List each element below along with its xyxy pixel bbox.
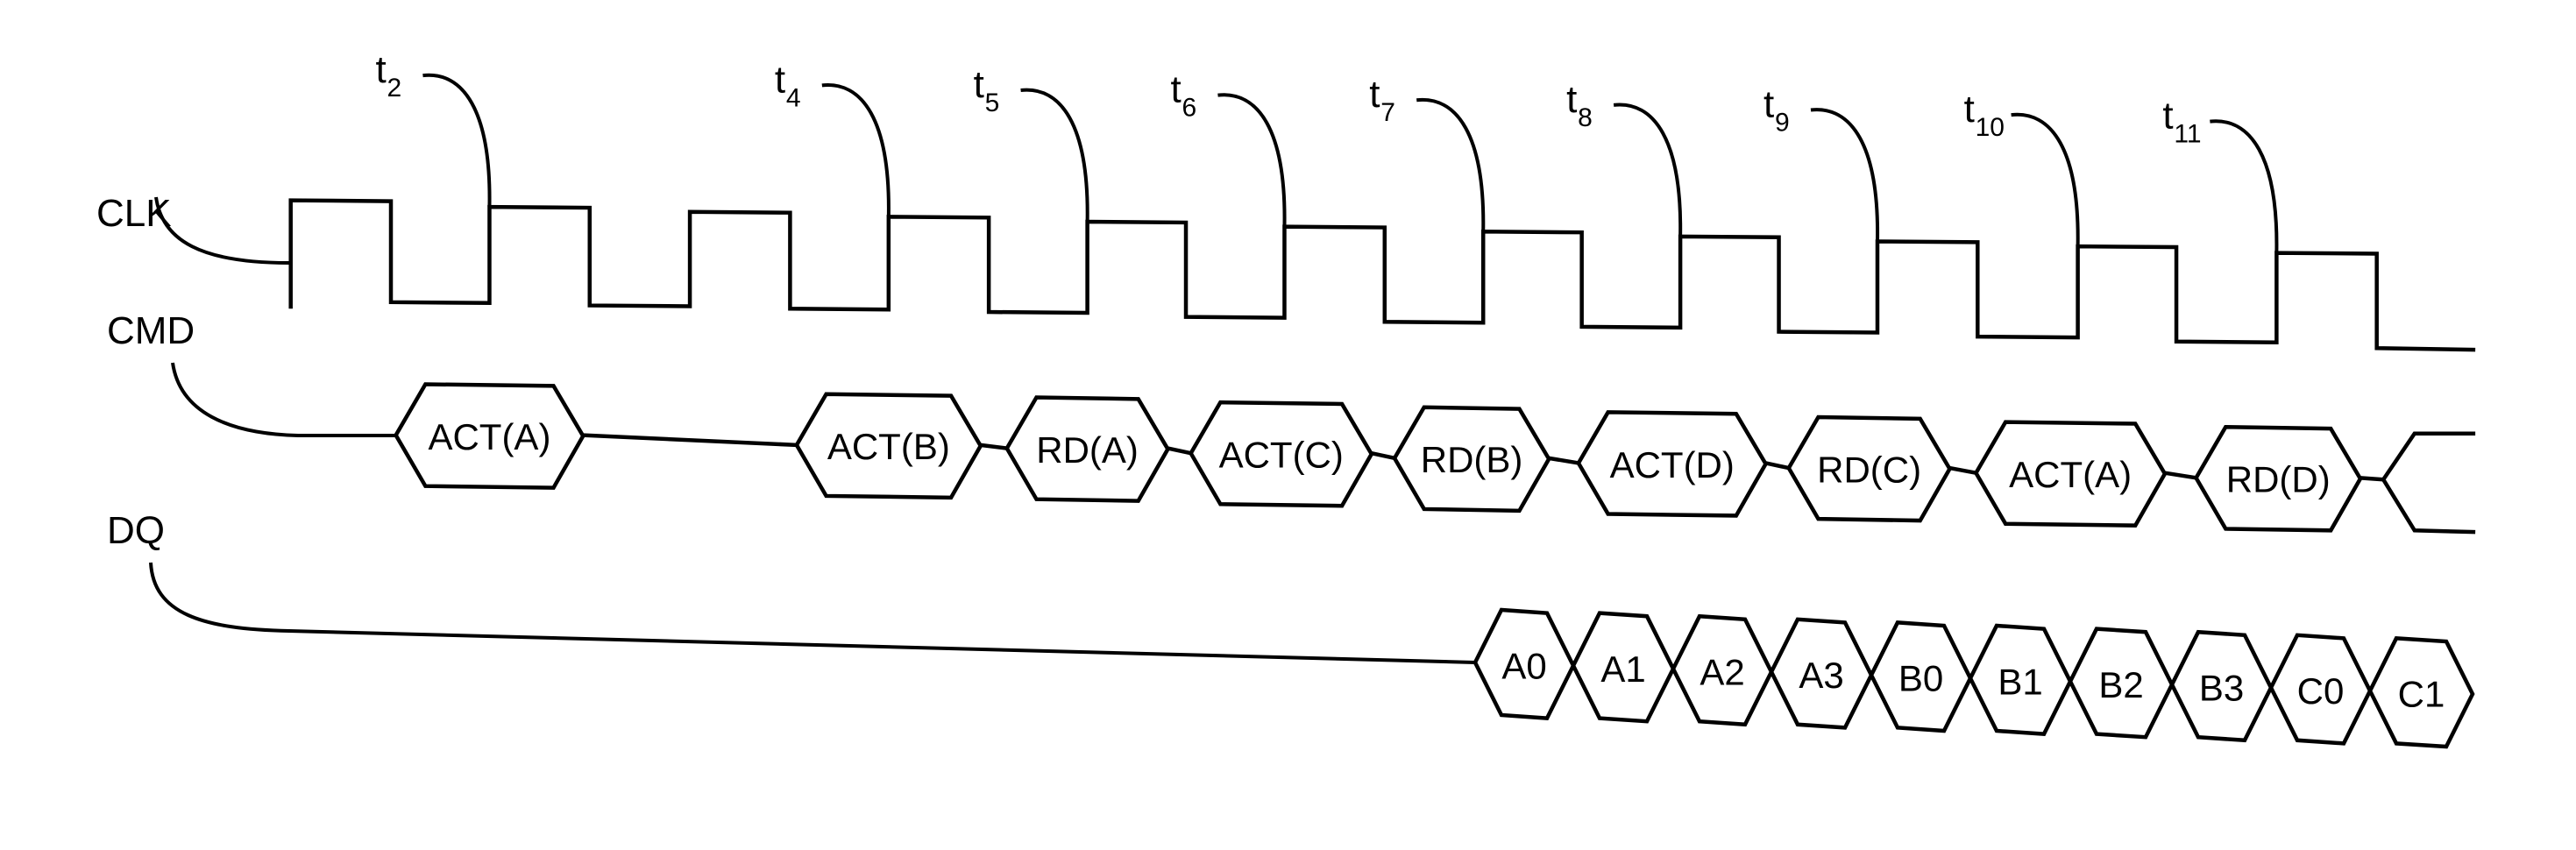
cmd-hexagon: ACT(A) xyxy=(394,382,585,490)
dq-hexagon: A3 xyxy=(1769,617,1874,730)
dq-label: C0 xyxy=(2297,670,2345,712)
clock-marker: t9 xyxy=(1763,82,1879,242)
clock-marker-label: t xyxy=(1964,88,1975,131)
cmd-hexagon: ACT(B) xyxy=(794,392,983,500)
clock-edge-markers: t 2 t 4 t 5 t 6 t 7 t 8 t 9 t 10 t 11 xyxy=(375,48,2279,253)
clock-marker-subscript: 5 xyxy=(985,89,1000,117)
clock-marker-subscript: 8 xyxy=(1578,103,1593,132)
cmd-hexagon: RD(A) xyxy=(1004,395,1171,503)
clock-marker-leader xyxy=(1416,97,1486,232)
cmd-label: ACT(A) xyxy=(428,416,550,457)
dq-label: B2 xyxy=(2098,664,2143,705)
dq-label: B0 xyxy=(1898,658,1943,699)
cmd-hexagon: RD(C) xyxy=(1786,414,1953,523)
dq-hexagon: B2 xyxy=(2068,627,2175,740)
dq-hexagon: A1 xyxy=(1571,611,1676,724)
cmd-signal-label: CMD xyxy=(107,309,195,352)
clock-marker: t4 xyxy=(775,58,891,217)
cmd-label: RD(A) xyxy=(1036,429,1139,471)
clock-marker-leader xyxy=(1613,103,1683,237)
clock-marker: t8 xyxy=(1566,78,1683,237)
dq-bus: A0 A1 A2 A3 B0 B1 B2 B3 C0 C1 xyxy=(1473,607,2475,749)
clock-marker-leader xyxy=(821,83,891,217)
clock-marker-leader xyxy=(2011,112,2080,247)
clk-square-wave xyxy=(288,198,2476,352)
dq-label: A3 xyxy=(1799,655,1843,696)
timing-diagram: CLK CMD DQ t 2 t 4 t 5 t 6 t 7 t 8 t 9 t 10 t 11 ACT(A) AC… xyxy=(96,48,2476,749)
cmd-hexagon: ACT(D) xyxy=(1576,410,1769,518)
clock-marker-label: t xyxy=(1369,73,1380,116)
dq-label: C1 xyxy=(2398,674,2445,715)
cmd-label: ACT(C) xyxy=(1219,435,1344,476)
clock-marker: t2 xyxy=(375,48,492,208)
cmd-label: RD(B) xyxy=(1421,439,1523,480)
clock-marker-label: t xyxy=(775,58,785,101)
clock-marker: t7 xyxy=(1369,73,1486,232)
dq-hexagon: B3 xyxy=(2169,629,2274,743)
clock-marker-subscript: 10 xyxy=(1976,113,2005,142)
clock-marker-subscript: 11 xyxy=(2174,120,2201,149)
dq-hexagon: B1 xyxy=(1968,623,2073,736)
cmd-bus-continuation xyxy=(2381,431,2476,535)
clk-leader-line xyxy=(154,196,290,265)
dq-leader-line xyxy=(149,562,1476,664)
clock-marker-subscript: 2 xyxy=(387,74,401,103)
dq-hexagon: A0 xyxy=(1473,607,1576,720)
clock-marker-label: t xyxy=(1170,68,1181,111)
dq-label: A0 xyxy=(1501,645,1546,686)
cmd-bus: ACT(A) ACT(B) RD(A) ACT(C) RD(B) ACT(D) RD(C) A… xyxy=(394,382,2476,535)
cmd-label: ACT(D) xyxy=(1610,444,1735,485)
cmd-label: RD(D) xyxy=(2226,459,2331,500)
cmd-label: ACT(B) xyxy=(827,426,950,467)
cmd-label: RD(C) xyxy=(1817,449,1921,490)
clock-marker-label: t xyxy=(974,63,984,106)
clock-marker-leader xyxy=(422,73,492,208)
dq-signal-label: DQ xyxy=(107,509,165,552)
dq-label: A2 xyxy=(1700,652,1744,693)
clock-marker-label: t xyxy=(2162,95,2173,138)
clock-marker: t5 xyxy=(974,63,1089,223)
clock-marker: t 10 xyxy=(1964,88,2080,247)
clk-waveform xyxy=(288,198,2476,352)
dq-label: B3 xyxy=(2199,668,2244,709)
clock-marker-leader xyxy=(1810,108,1879,242)
dq-hexagon: C1 xyxy=(2367,636,2475,749)
clock-marker: t 11 xyxy=(2162,95,2279,253)
clock-marker-leader xyxy=(2210,119,2279,253)
dq-hexagon: A2 xyxy=(1671,613,1774,727)
cmd-hexagon: RD(B) xyxy=(1392,405,1551,514)
cmd-leader-line xyxy=(171,362,396,437)
clock-marker-subscript: 9 xyxy=(1775,108,1790,137)
clock-marker-subscript: 6 xyxy=(1182,94,1196,123)
dq-hexagon: B0 xyxy=(1869,620,1973,733)
dq-label: A1 xyxy=(1600,648,1645,690)
clock-marker-leader xyxy=(1217,93,1287,227)
clock-marker-label: t xyxy=(1566,78,1577,121)
clock-marker-label: t xyxy=(375,48,386,91)
clock-marker-leader xyxy=(1020,88,1089,223)
clock-marker-subscript: 4 xyxy=(786,83,801,112)
cmd-hexagon: ACT(C) xyxy=(1189,400,1374,508)
clock-marker-subscript: 7 xyxy=(1380,98,1395,127)
dq-hexagon: C0 xyxy=(2268,633,2373,746)
cmd-hexagon: ACT(A) xyxy=(1973,420,2168,528)
cmd-hexagon: RD(D) xyxy=(2193,424,2363,533)
dq-label: B1 xyxy=(1998,661,2042,702)
clock-marker-label: t xyxy=(1763,82,1774,125)
cmd-label: ACT(A) xyxy=(2009,454,2132,495)
clock-marker: t6 xyxy=(1170,68,1287,227)
